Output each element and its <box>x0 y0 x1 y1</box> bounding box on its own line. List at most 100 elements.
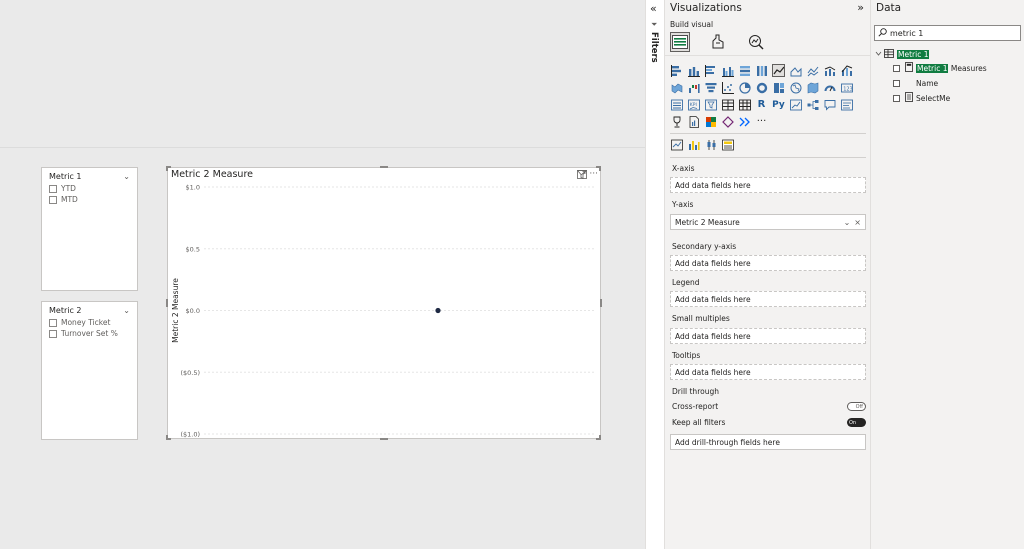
chevron-down-icon[interactable]: ⌄ <box>123 306 130 315</box>
resize-handle[interactable] <box>380 438 388 440</box>
cross-report-toggle[interactable]: Off <box>847 402 866 411</box>
format-visual-tab-icon[interactable] <box>708 32 728 52</box>
resize-handle[interactable] <box>600 299 602 307</box>
y-axis-field-pill[interactable]: Metric 2 Measure <box>675 218 740 227</box>
resize-handle[interactable] <box>380 166 388 168</box>
checkbox[interactable] <box>49 318 57 327</box>
table-icon[interactable] <box>721 98 734 111</box>
resize-handle[interactable] <box>166 299 168 307</box>
checkbox[interactable] <box>893 64 900 72</box>
slicer-option-ytd[interactable]: YTD <box>42 183 137 194</box>
chevron-down-icon[interactable]: ⌄ <box>123 172 130 181</box>
goals-icon[interactable] <box>670 115 683 128</box>
calculated-column-icon <box>905 92 913 104</box>
slicer-option-mtd[interactable]: MTD <box>42 194 137 205</box>
100-stacked-bar-chart-icon[interactable] <box>738 64 751 77</box>
smart-narrative-icon[interactable] <box>840 98 853 111</box>
filters-pane-collapsed[interactable]: « ⏷ Filters <box>645 0 665 549</box>
data-point[interactable] <box>435 307 441 314</box>
resize-handle[interactable] <box>599 166 601 171</box>
custom-line-visual-icon[interactable] <box>670 138 683 151</box>
ribbon-chart-icon[interactable] <box>670 81 683 94</box>
field-name: Name <box>916 78 939 88</box>
filled-map-icon[interactable] <box>806 81 819 94</box>
collapse-pane-icon[interactable]: » <box>857 1 864 14</box>
slicer-option-turnover-set[interactable]: Turnover Set % <box>42 328 137 339</box>
tree-field-measures[interactable]: Metric 1 Measures <box>893 62 987 74</box>
clustered-bar-chart-icon[interactable] <box>704 64 717 77</box>
power-apps-icon[interactable] <box>721 115 734 128</box>
keep-all-filters-toggle[interactable]: On <box>847 418 866 427</box>
tree-field-name[interactable]: Name <box>893 77 938 89</box>
map-icon[interactable] <box>789 81 802 94</box>
card-icon[interactable]: 123 <box>840 81 853 94</box>
multi-row-card-icon[interactable] <box>670 98 683 111</box>
tree-table-metric-1[interactable]: Metric 1 <box>875 48 930 60</box>
filters-label[interactable]: Filters <box>649 32 659 63</box>
pie-chart-icon[interactable] <box>738 81 751 94</box>
kpi-icon[interactable]: KPI <box>687 98 700 111</box>
custom-table-visual-icon[interactable] <box>721 138 734 151</box>
secondary-y-axis-well[interactable]: Add data fields here <box>670 255 866 271</box>
line-and-clustered-column-chart-icon[interactable] <box>840 64 853 77</box>
slicer-metric-2[interactable]: Metric 2 ⌄ Money Ticket Turnover Set % <box>41 301 138 440</box>
100-stacked-column-chart-icon[interactable] <box>755 64 768 77</box>
scatter-chart-icon[interactable] <box>721 81 734 94</box>
custom-column-visual-icon[interactable] <box>687 138 700 151</box>
matrix-icon[interactable] <box>738 98 751 111</box>
donut-chart-icon[interactable] <box>755 81 768 94</box>
r-script-visual-icon[interactable]: R <box>755 98 768 111</box>
slicer-option-label: Money Ticket <box>61 318 111 327</box>
expand-filters-icon[interactable]: « <box>650 2 657 15</box>
checkbox[interactable] <box>49 329 57 338</box>
tooltips-well[interactable]: Add data fields here <box>670 364 866 380</box>
scatter-visual[interactable]: Metric 2 Measure ··· $1.0 $0.5 $0.0 ($0.5)(… <box>167 167 601 439</box>
line-and-stacked-column-chart-icon[interactable] <box>823 64 836 77</box>
small-multiples-well[interactable]: Add data fields here <box>670 328 866 344</box>
key-influencers-icon[interactable] <box>789 98 802 111</box>
funnel-chart-icon[interactable] <box>704 81 717 94</box>
stacked-area-chart-icon[interactable] <box>806 64 819 77</box>
stacked-column-chart-icon[interactable] <box>687 64 700 77</box>
x-axis-well[interactable]: Add data fields here <box>670 177 866 193</box>
resize-handle[interactable] <box>166 166 168 171</box>
slicer-metric-1[interactable]: Metric 1 ⌄ YTD MTD <box>41 167 138 291</box>
treemap-icon[interactable] <box>772 81 785 94</box>
build-visual-tab-icon[interactable] <box>670 32 690 52</box>
drill-through-well[interactable]: Add drill-through fields here <box>670 434 866 450</box>
legend-well[interactable]: Add data fields here <box>670 291 866 307</box>
report-canvas[interactable]: Metric 1 ⌄ YTD MTD Metric 2 ⌄ Money Tick… <box>0 0 645 549</box>
python-visual-icon[interactable]: Py <box>772 98 785 111</box>
checkbox[interactable] <box>49 195 57 204</box>
remove-field-icon[interactable]: × <box>854 218 861 227</box>
waterfall-chart-icon[interactable] <box>687 81 700 94</box>
checkbox[interactable] <box>893 94 900 102</box>
y-axis-well[interactable]: Metric 2 Measure ⌄ × <box>670 214 866 230</box>
paginated-report-icon[interactable] <box>687 115 700 128</box>
gauge-icon[interactable] <box>823 81 836 94</box>
divider <box>670 133 866 134</box>
analytics-tab-icon[interactable] <box>746 32 766 52</box>
more-visuals-icon[interactable]: ··· <box>755 115 768 128</box>
azure-map-icon[interactable] <box>704 115 717 128</box>
power-automate-icon[interactable] <box>738 115 751 128</box>
decomposition-tree-icon[interactable] <box>806 98 819 111</box>
data-search-box[interactable] <box>874 25 1021 41</box>
checkbox[interactable] <box>49 184 57 193</box>
resize-handle[interactable] <box>599 435 601 440</box>
search-input[interactable] <box>890 28 1010 38</box>
checkbox[interactable] <box>893 79 900 87</box>
line-chart-icon[interactable] <box>772 64 785 77</box>
resize-handle[interactable] <box>166 435 168 440</box>
slicer-icon[interactable] <box>704 98 717 111</box>
search-icon <box>878 27 887 39</box>
stacked-bar-chart-icon[interactable] <box>670 64 683 77</box>
chevron-down-icon[interactable]: ⌄ <box>844 218 851 227</box>
area-chart-icon[interactable] <box>789 64 802 77</box>
tree-field-selectme[interactable]: SelectMe <box>893 92 950 104</box>
qa-visual-icon[interactable] <box>823 98 836 111</box>
custom-box-plot-icon[interactable] <box>704 138 717 151</box>
chevron-down-icon[interactable] <box>875 50 882 59</box>
clustered-column-chart-icon[interactable] <box>721 64 734 77</box>
slicer-option-money-ticket[interactable]: Money Ticket <box>42 317 137 328</box>
